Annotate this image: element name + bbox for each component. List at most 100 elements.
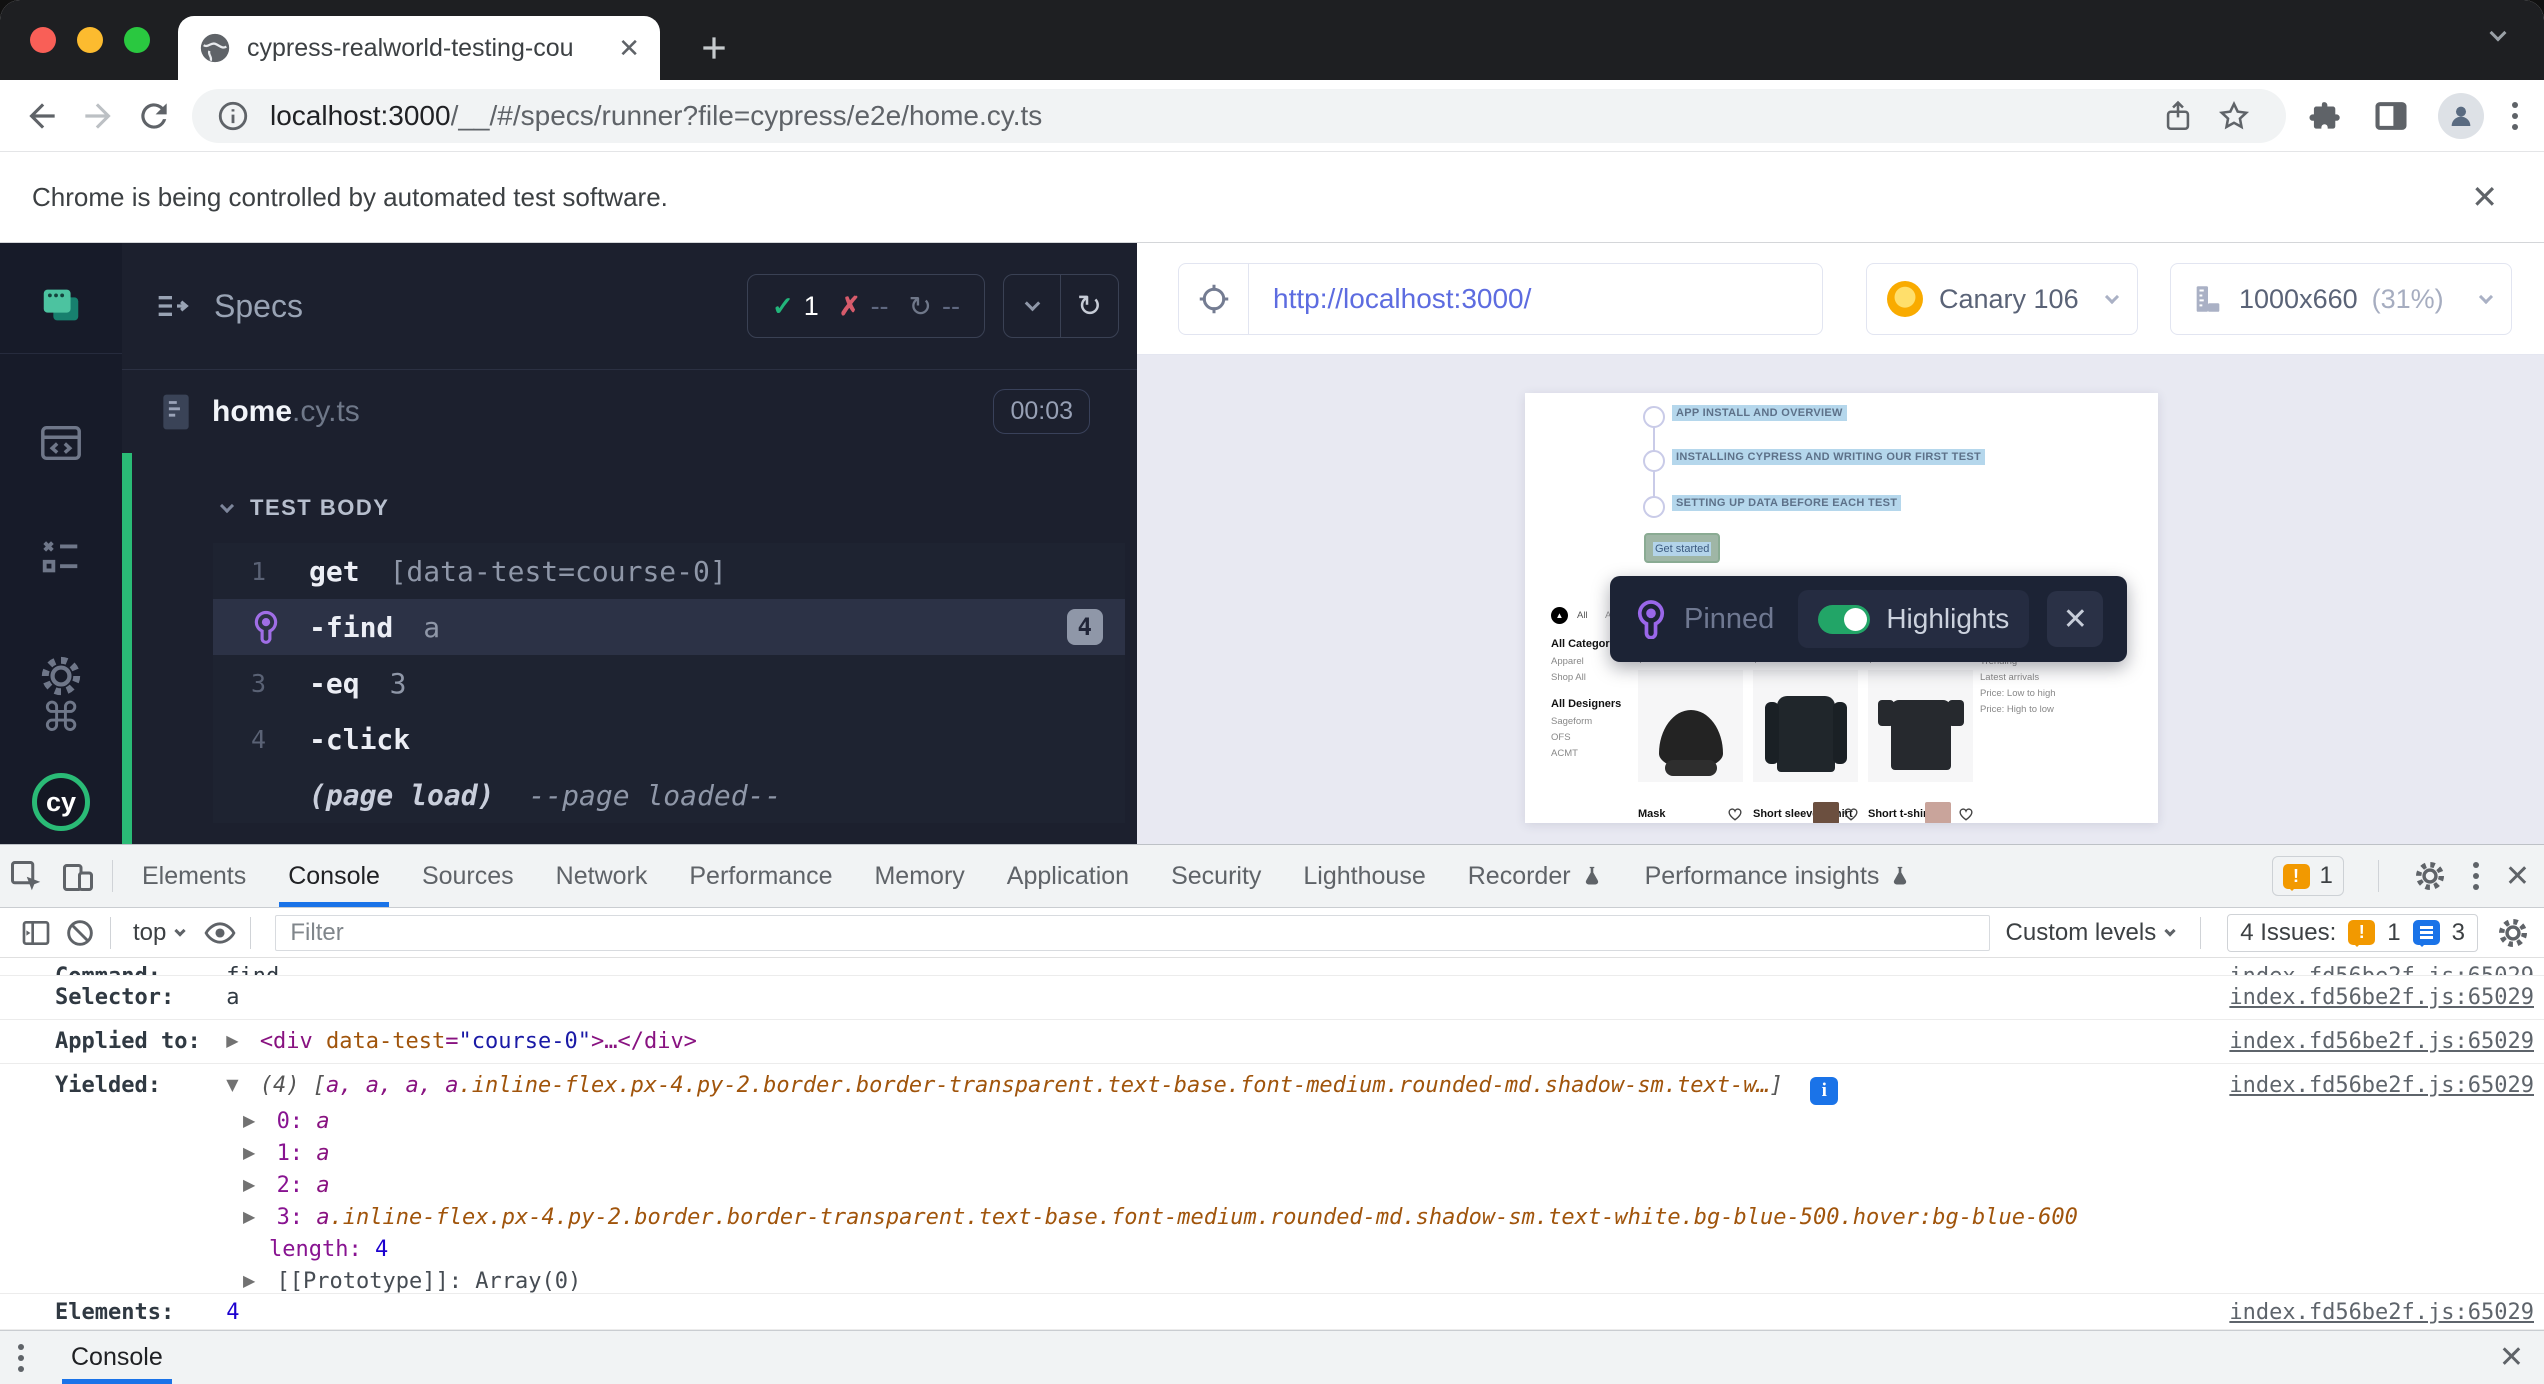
tab-performance[interactable]: Performance	[668, 845, 853, 907]
collapse-chevron-button[interactable]	[1004, 275, 1061, 337]
tab-console[interactable]: Console	[267, 845, 401, 907]
source-link[interactable]: index.fd56be2f.js:65029	[2229, 1300, 2534, 1325]
inspect-element-icon[interactable]	[0, 845, 52, 907]
devtools-settings-gear-icon[interactable]	[2413, 859, 2447, 893]
keyboard-shortcuts-icon[interactable]: ⌘	[41, 695, 81, 741]
array-item-row[interactable]: ▶ 2: a	[55, 1173, 2274, 1205]
side-panel-icon[interactable]	[2372, 97, 2410, 135]
designer-link[interactable]: OFS	[1551, 732, 1571, 743]
heart-icon[interactable]	[1728, 808, 1742, 821]
specs-menu-icon[interactable]	[152, 286, 192, 326]
heart-icon[interactable]	[1959, 808, 1973, 821]
sort-link[interactable]: Price: High to low	[1980, 704, 2054, 715]
drawer-close-icon[interactable]: ✕	[2499, 1340, 2524, 1375]
specs-explorer-icon[interactable]	[38, 282, 84, 328]
viewport-select[interactable]: 1000x660 (31%)	[2170, 263, 2512, 335]
tab-elements[interactable]: Elements	[121, 845, 267, 907]
console-sidebar-toggle-icon[interactable]	[14, 908, 58, 957]
command-row-eq[interactable]: 3 -eq 3	[213, 655, 1125, 711]
javascript-context-select[interactable]: top	[119, 919, 198, 947]
category-link[interactable]: Apparel	[1551, 656, 1584, 667]
address-bar[interactable]: localhost:3000 /__/#/specs/runner?file=c…	[192, 89, 2286, 143]
spec-file-row[interactable]: home .cy.ts 00:03	[122, 370, 1137, 453]
tab-lighthouse[interactable]: Lighthouse	[1282, 845, 1446, 907]
test-body-header[interactable]: TEST BODY	[132, 453, 1137, 537]
browser-menu-icon[interactable]	[2512, 102, 2518, 130]
test-list-icon[interactable]	[38, 534, 84, 580]
expand-caret-icon[interactable]: ▶	[243, 1111, 255, 1130]
profile-avatar[interactable]	[2438, 93, 2484, 139]
console-row-command[interactable]: Command: find index.fd56be2f.js:65029	[0, 958, 2544, 976]
console-row-selector[interactable]: Selector: a index.fd56be2f.js:65029	[0, 976, 2544, 1020]
info-badge-icon[interactable]: i	[1810, 1077, 1838, 1105]
unpin-close-button[interactable]: ✕	[2047, 591, 2103, 647]
browser-select[interactable]: Canary 106	[1866, 263, 2138, 335]
banner-close-icon[interactable]: ✕	[2471, 178, 2498, 216]
expand-caret-icon[interactable]: ▶	[243, 1175, 255, 1194]
product-title[interactable]: Mask	[1638, 808, 1666, 820]
tab-network[interactable]: Network	[535, 845, 669, 907]
drawer-tab-console[interactable]: Console	[50, 1331, 184, 1384]
rerun-button[interactable]: ↻	[1061, 275, 1118, 337]
get-started-button[interactable]: Get started	[1644, 533, 1720, 563]
share-icon[interactable]	[2150, 88, 2206, 144]
array-item-row[interactable]: ▶ 3: a.inline-flex.px-4.py-2.border.bord…	[55, 1205, 2274, 1237]
browser-tab[interactable]: cypress-realworld-testing-cou ✕	[178, 16, 660, 80]
console-filter-input[interactable]	[275, 915, 1989, 951]
command-row-page-load[interactable]: (page load) --page loaded--	[213, 767, 1125, 823]
heart-icon[interactable]	[1844, 808, 1858, 821]
issues-button[interactable]: 4 Issues: ! 1 3	[2227, 914, 2478, 952]
product-image-black-hat[interactable]	[1638, 670, 1743, 782]
course-section-link[interactable]: APP INSTALL AND OVERVIEW	[1672, 405, 1847, 421]
source-link[interactable]: index.fd56be2f.js:65029	[2229, 985, 2534, 1010]
product-title[interactable]: Short t-shirt	[1868, 808, 1931, 820]
console-row-applied-to[interactable]: Applied to: ▶ <div data-test="course-0">…	[0, 1020, 2544, 1064]
runs-browser-icon[interactable]	[38, 420, 84, 466]
console-row-yielded[interactable]: Yielded: ▼ (4) [a, a, a, a.inline-flex.p…	[0, 1064, 2544, 1294]
tab-memory[interactable]: Memory	[853, 845, 985, 907]
close-window-button[interactable]	[30, 27, 56, 53]
command-row-find-pinned[interactable]: -find a 4	[213, 599, 1125, 655]
tab-security[interactable]: Security	[1150, 845, 1282, 907]
settings-gear-icon[interactable]	[38, 653, 84, 699]
devtools-close-icon[interactable]: ✕	[2505, 859, 2530, 894]
drawer-menu-icon[interactable]	[18, 1344, 24, 1372]
sort-link[interactable]: Latest arrivals	[1980, 672, 2039, 683]
designer-link[interactable]: ACMT	[1551, 748, 1578, 759]
new-tab-button[interactable]	[690, 24, 738, 72]
command-row-click[interactable]: 4 -click	[213, 711, 1125, 767]
forward-button[interactable]	[70, 88, 126, 144]
store-nav-all[interactable]: All	[1577, 610, 1588, 621]
tab-recorder[interactable]: Recorder	[1447, 845, 1624, 907]
array-item-row[interactable]: ▶ 1: a	[55, 1141, 2274, 1173]
category-link[interactable]: Shop All	[1551, 672, 1586, 683]
tab-search-chevron-icon[interactable]	[2492, 26, 2522, 56]
expand-caret-icon[interactable]: ▶	[243, 1271, 255, 1290]
maximize-window-button[interactable]	[124, 27, 150, 53]
source-link[interactable]: index.fd56be2f.js:65029	[2229, 964, 2534, 976]
extensions-puzzle-icon[interactable]	[2306, 97, 2344, 135]
clear-console-icon[interactable]	[58, 908, 102, 957]
source-link[interactable]: index.fd56be2f.js:65029	[2229, 1073, 2534, 1098]
designer-link[interactable]: Sageform	[1551, 716, 1592, 727]
course-section-link[interactable]: SETTING UP DATA BEFORE EACH TEST	[1672, 495, 1901, 511]
selector-playground-icon[interactable]	[1179, 264, 1249, 334]
device-toolbar-icon[interactable]	[52, 845, 104, 907]
collapse-caret-icon[interactable]: ▼	[226, 1075, 238, 1094]
console-row-elements[interactable]: Elements: 4 index.fd56be2f.js:65029	[0, 1294, 2544, 1330]
product-image-tshirt[interactable]	[1868, 670, 1973, 782]
log-levels-select[interactable]: Custom levels	[2006, 919, 2175, 947]
command-row-get[interactable]: 1 get [data-test=course-0]	[213, 543, 1125, 599]
array-item-row[interactable]: ▶ 0: a	[55, 1109, 2274, 1141]
source-link[interactable]: index.fd56be2f.js:65029	[2229, 1029, 2534, 1054]
highlights-toggle[interactable]	[1818, 605, 1870, 634]
tab-sources[interactable]: Sources	[401, 845, 535, 907]
tab-close-icon[interactable]: ✕	[618, 35, 640, 61]
live-expression-eye-icon[interactable]	[198, 908, 242, 957]
tab-performance-insights[interactable]: Performance insights	[1624, 845, 1933, 907]
info-icon[interactable]	[216, 99, 250, 133]
expand-caret-icon[interactable]: ▶	[243, 1207, 255, 1226]
aut-url[interactable]: http://localhost:3000/	[1249, 283, 1531, 315]
issues-counter-button[interactable]: ! 1	[2272, 856, 2344, 896]
expand-caret-icon[interactable]: ▶	[226, 1031, 238, 1050]
